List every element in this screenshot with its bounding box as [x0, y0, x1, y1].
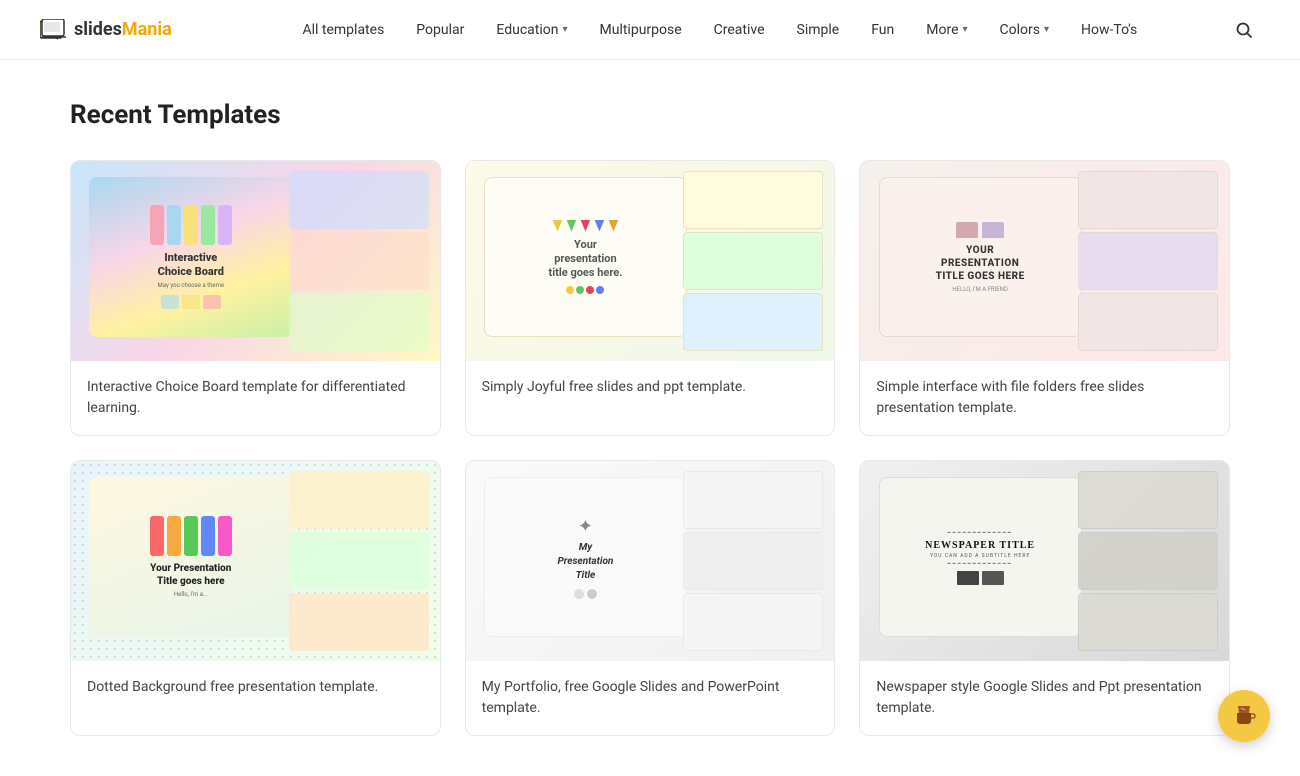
template-card-portfolio[interactable]: ✦ MyPresentationTitle My Port — [465, 460, 836, 736]
thumb-inner-3: YOURPRESENTATIONTITLE GOES HERE HELLO, I… — [860, 161, 1229, 361]
thumb-inner-4: Your PresentationTitle goes here Hello, … — [71, 461, 440, 661]
main-content: Recent Templates InteractiveChoice Board — [50, 60, 1250, 776]
site-header: slidesMania All templates Popular Educat… — [0, 0, 1300, 60]
card-description-2: Simply Joyful free slides and ppt templa… — [482, 377, 819, 398]
card-description-3: Simple interface with file folders free … — [876, 377, 1213, 419]
template-card-dotted[interactable]: Your PresentationTitle goes here Hello, … — [70, 460, 441, 736]
nav-howtos[interactable]: How-To's — [1067, 16, 1151, 44]
nav-simple[interactable]: Simple — [783, 16, 854, 44]
thumb-choice-board: InteractiveChoice Board May you choose a… — [71, 161, 440, 361]
card1-preview: InteractiveChoice Board May you choose a… — [89, 177, 292, 337]
thumb-file-folders: YOURPRESENTATIONTITLE GOES HERE HELLO, I… — [860, 161, 1229, 361]
nav-all-templates[interactable]: All templates — [288, 16, 398, 44]
thumb-inner-2: Yourpresentationtitle goes here. — [466, 161, 835, 361]
nav-more[interactable]: More ▾ — [912, 16, 981, 44]
thumb-portfolio: ✦ MyPresentationTitle — [466, 461, 835, 661]
nav-fun[interactable]: Fun — [857, 16, 908, 44]
template-card-newspaper[interactable]: ━━━━━━━━━━━━━ NEWSPAPER TITLE YOU CAN AD… — [859, 460, 1230, 736]
card4-side — [289, 471, 429, 651]
card-description-5: My Portfolio, free Google Slides and Pow… — [482, 677, 819, 719]
template-card-file-folders[interactable]: YOURPRESENTATIONTITLE GOES HERE HELLO, I… — [859, 160, 1230, 436]
card-description-4: Dotted Background free presentation temp… — [87, 677, 424, 698]
card6-preview: ━━━━━━━━━━━━━ NEWSPAPER TITLE YOU CAN AD… — [879, 477, 1082, 637]
search-icon — [1235, 21, 1253, 39]
card5-title: MyPresentationTitle — [558, 541, 614, 583]
card2-preview: Yourpresentationtitle goes here. — [484, 177, 687, 337]
nav-multipurpose[interactable]: Multipurpose — [586, 16, 696, 44]
thumb-inner-5: ✦ MyPresentationTitle — [466, 461, 835, 661]
search-button[interactable] — [1228, 14, 1260, 46]
more-chevron: ▾ — [963, 24, 968, 35]
card5-side — [683, 471, 823, 651]
card3-preview: YOURPRESENTATIONTITLE GOES HERE HELLO, I… — [879, 177, 1082, 337]
card1-side — [289, 171, 429, 351]
thumb-dotted: Your PresentationTitle goes here Hello, … — [71, 461, 440, 661]
logo[interactable]: slidesMania — [40, 19, 172, 41]
template-card-simply-joyful[interactable]: Yourpresentationtitle goes here. — [465, 160, 836, 436]
support-fab[interactable] — [1218, 690, 1270, 742]
nav-popular[interactable]: Popular — [402, 16, 478, 44]
card2-side — [683, 171, 823, 351]
card-info-3: Simple interface with file folders free … — [860, 361, 1229, 435]
nav-creative[interactable]: Creative — [700, 16, 779, 44]
card5-preview: ✦ MyPresentationTitle — [484, 477, 687, 637]
card3-side — [1078, 171, 1218, 351]
thumb-simply-joyful: Yourpresentationtitle goes here. — [466, 161, 835, 361]
main-nav: All templates Popular Education ▾ Multip… — [212, 16, 1228, 44]
card4-preview: Your PresentationTitle goes here Hello, … — [89, 477, 292, 637]
card1-title: InteractiveChoice Board — [158, 251, 224, 277]
template-grid: InteractiveChoice Board May you choose a… — [70, 160, 1230, 736]
card4-title: Your PresentationTitle goes here — [150, 562, 231, 588]
card2-title: Yourpresentationtitle goes here. — [549, 238, 623, 281]
card-description-6: Newspaper style Google Slides and Ppt pr… — [876, 677, 1213, 719]
card6-side — [1078, 471, 1218, 651]
thumb-newspaper: ━━━━━━━━━━━━━ NEWSPAPER TITLE YOU CAN AD… — [860, 461, 1229, 661]
coffee-cup-icon — [1232, 704, 1256, 728]
thumb-inner-6: ━━━━━━━━━━━━━ NEWSPAPER TITLE YOU CAN AD… — [860, 461, 1229, 661]
nav-education[interactable]: Education ▾ — [482, 16, 581, 44]
nav-colors[interactable]: Colors ▾ — [986, 16, 1064, 44]
logo-icon — [40, 19, 68, 41]
thumb-inner-1: InteractiveChoice Board May you choose a… — [71, 161, 440, 361]
education-chevron: ▾ — [562, 24, 567, 35]
card-info-6: Newspaper style Google Slides and Ppt pr… — [860, 661, 1229, 735]
card-info-2: Simply Joyful free slides and ppt templa… — [466, 361, 835, 414]
template-card-choice-board[interactable]: InteractiveChoice Board May you choose a… — [70, 160, 441, 436]
colors-chevron: ▾ — [1044, 24, 1049, 35]
section-title: Recent Templates — [70, 100, 1230, 130]
card-info-5: My Portfolio, free Google Slides and Pow… — [466, 661, 835, 735]
card6-title: NEWSPAPER TITLE — [925, 539, 1035, 552]
logo-text: slidesMania — [74, 19, 172, 40]
card3-title: YOURPRESENTATIONTITLE GOES HERE — [936, 244, 1025, 283]
card-description-1: Interactive Choice Board template for di… — [87, 377, 424, 419]
card-info-1: Interactive Choice Board template for di… — [71, 361, 440, 435]
card-info-4: Dotted Background free presentation temp… — [71, 661, 440, 714]
